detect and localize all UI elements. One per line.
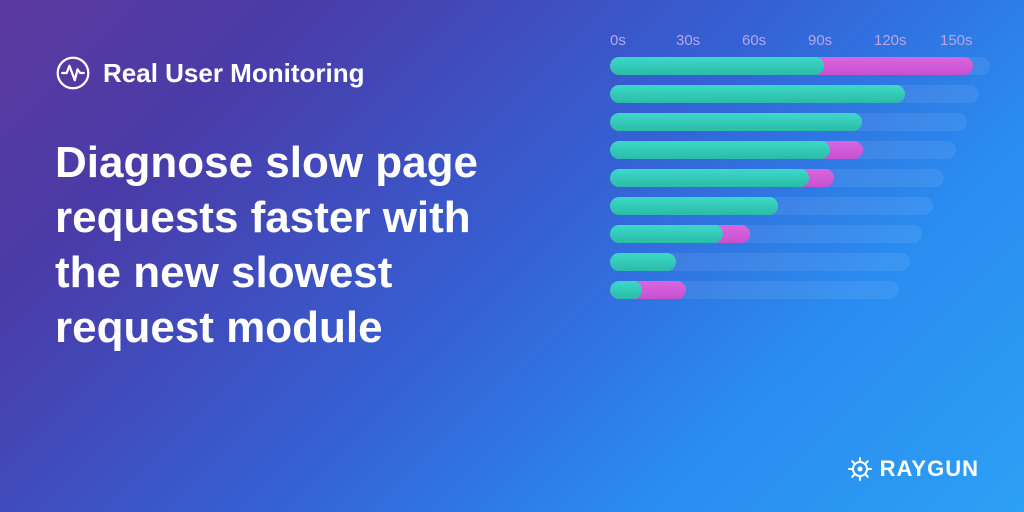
bar-primary (610, 169, 809, 187)
chart-row (610, 85, 979, 103)
chart-row (610, 225, 922, 243)
request-bar-chart: 0s 30s 60s 90s 120s 150s (610, 32, 990, 299)
headline: Diagnose slow page requests faster with … (55, 135, 535, 355)
bar-primary (610, 225, 723, 243)
chart-tick: 90s (808, 32, 858, 49)
chart-ticks: 0s 30s 60s 90s 120s 150s (610, 32, 990, 57)
chart-row (610, 57, 990, 75)
brand-name: RAYGUN (880, 456, 979, 482)
bar-primary (610, 141, 830, 159)
chart-tick: 120s (874, 32, 924, 49)
raygun-icon (848, 457, 872, 481)
chart-row (610, 253, 910, 271)
bar-primary (610, 253, 676, 271)
chart-tick: 150s (940, 32, 990, 49)
chart-row (610, 197, 933, 215)
chart-tick: 60s (742, 32, 792, 49)
bar-primary (610, 113, 862, 131)
chart-rows (610, 57, 990, 299)
bar-primary (610, 197, 778, 215)
chart-row (610, 141, 956, 159)
bar-primary (610, 281, 642, 299)
header: Real User Monitoring (55, 55, 364, 91)
bar-primary (610, 85, 905, 103)
header-title: Real User Monitoring (103, 58, 364, 89)
chart-row (610, 281, 899, 299)
bar-primary (610, 57, 824, 75)
chart-tick: 30s (676, 32, 726, 49)
chart-row (610, 113, 967, 131)
pulse-icon (55, 55, 91, 91)
chart-tick: 0s (610, 32, 660, 49)
brand-logo: RAYGUN (848, 456, 979, 482)
chart-row (610, 169, 944, 187)
